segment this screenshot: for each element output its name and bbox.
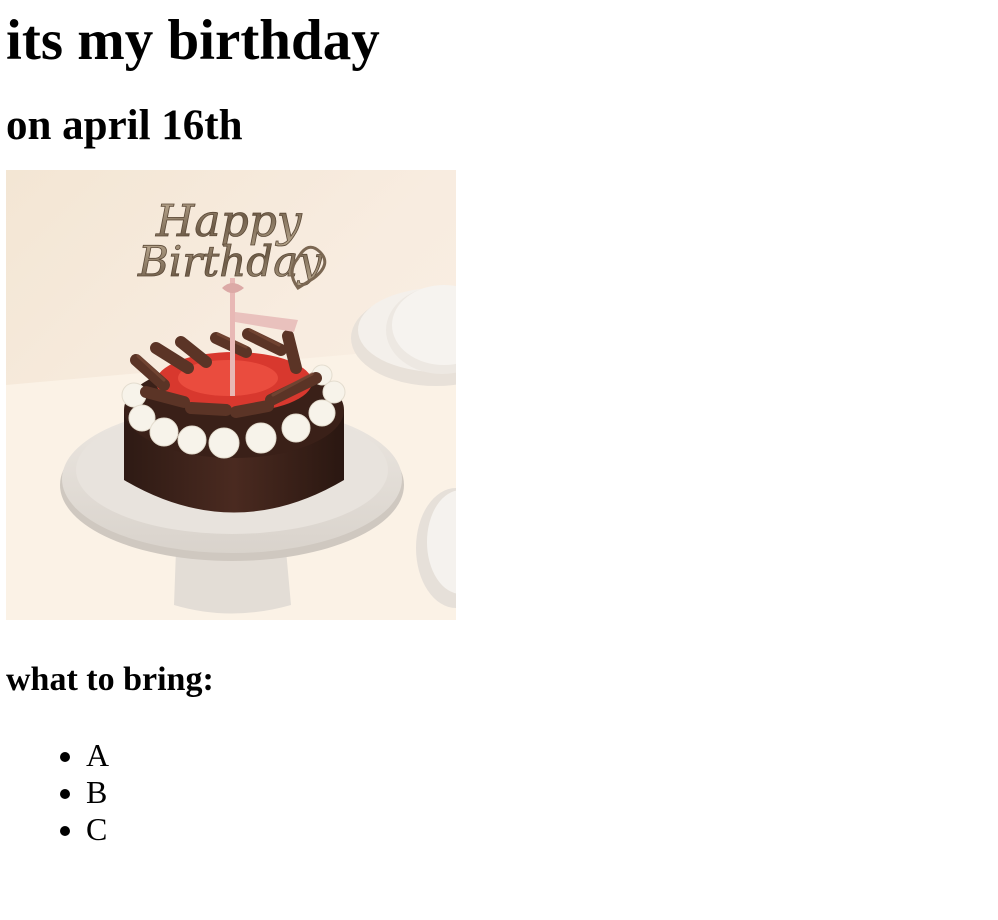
page-subtitle: on april 16th (6, 102, 243, 149)
bring-list: A B C (6, 700, 998, 848)
birthday-cake-image: Happy Birthday (6, 170, 456, 620)
list-item: B (86, 774, 998, 811)
page-title: its my birthday (6, 9, 380, 72)
bring-heading: what to bring: (6, 661, 214, 698)
happy-birthday-topper: Happy Birthday (137, 196, 327, 291)
list-item: C (86, 811, 998, 848)
list-item: A (86, 737, 998, 774)
page: its my birthday on april 16th Happy Birt… (0, 0, 998, 848)
